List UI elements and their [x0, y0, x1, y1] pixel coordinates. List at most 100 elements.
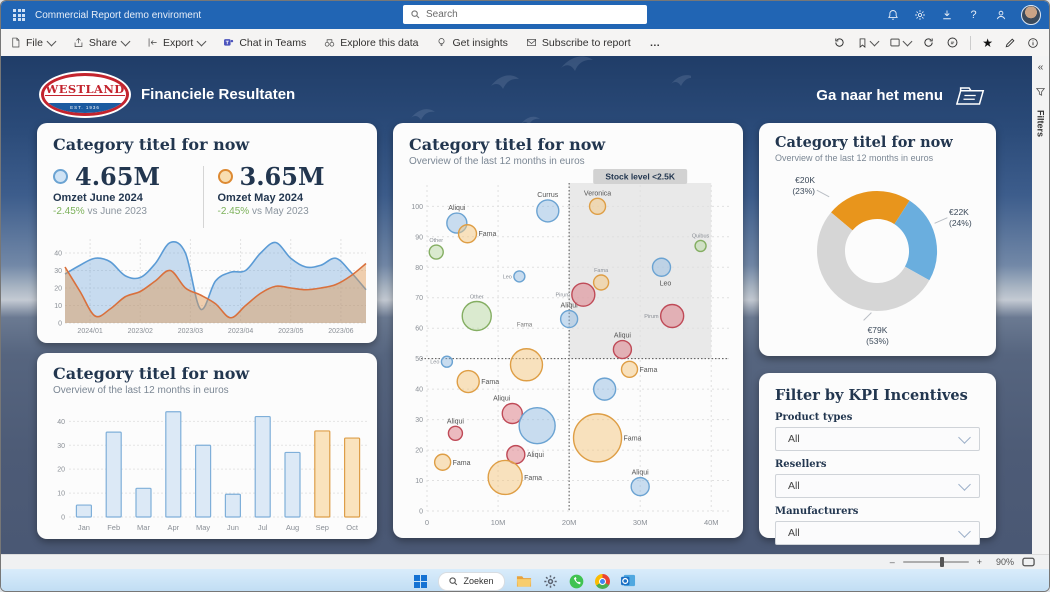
fit-to-page-icon[interactable]: [1022, 557, 1035, 567]
card-subtitle: Overview of the last 12 months in euros: [409, 156, 735, 167]
svg-text:20: 20: [54, 286, 62, 293]
info-icon[interactable]: [1027, 37, 1039, 49]
svg-text:Fama: Fama: [624, 435, 642, 442]
chrome-icon[interactable]: [595, 574, 610, 589]
folder-icon: [955, 84, 987, 107]
svg-text:90: 90: [415, 234, 423, 241]
product-types-dropdown[interactable]: All: [775, 427, 980, 451]
notifications-icon[interactable]: [886, 9, 899, 22]
svg-text:Aliqui: Aliqui: [614, 333, 632, 340]
comment-icon[interactable]: [946, 36, 959, 49]
zoom-out-button[interactable]: –: [890, 557, 895, 567]
zoom-in-button[interactable]: +: [977, 557, 982, 567]
report-title: Commercial Report demo enviroment: [35, 10, 201, 21]
card-subtitle: Overview of the last 12 months in euros: [53, 385, 367, 396]
svg-text:10: 10: [57, 491, 65, 498]
resellers-dropdown[interactable]: All: [775, 474, 980, 498]
download-icon[interactable]: [940, 9, 953, 22]
whatsapp-icon[interactable]: [569, 574, 584, 589]
file-explorer-icon[interactable]: [516, 574, 532, 588]
svg-text:Quibus: Quibus: [692, 233, 710, 239]
svg-text:40: 40: [54, 251, 62, 258]
bookmarks-dropdown[interactable]: [857, 37, 878, 49]
reset-icon[interactable]: [833, 36, 846, 49]
logo-text: WESTLAND: [45, 83, 124, 97]
svg-text:10: 10: [54, 303, 62, 310]
kpi-may: 3.65M Omzet May 2024 -2.45% vs May 2023: [218, 162, 368, 228]
svg-text:Fama: Fama: [640, 367, 658, 374]
svg-text:70: 70: [415, 295, 423, 302]
menu-subscribe[interactable]: Subscribe to report: [517, 29, 640, 56]
card-title: Filter by KPI Incentives: [775, 387, 980, 404]
svg-text:30M: 30M: [633, 518, 648, 527]
search-input[interactable]: Search: [403, 5, 647, 24]
donut-label: €22K(24%): [949, 207, 993, 228]
svg-text:2023/05: 2023/05: [278, 328, 303, 335]
favorite-star-icon[interactable]: ★: [982, 36, 993, 50]
menu-explore-data[interactable]: Explore this data: [315, 29, 427, 56]
menu-export[interactable]: Export: [138, 29, 214, 56]
svg-text:30: 30: [57, 443, 65, 450]
svg-text:Veronica: Veronica: [584, 190, 611, 197]
filters-pane-collapsed[interactable]: « Filters: [1032, 56, 1049, 554]
donut-label: €79K(53%): [759, 325, 996, 346]
svg-text:Stock level <2.5K: Stock level <2.5K: [605, 172, 676, 182]
area-chart[interactable]: 0102030402024/012023/022023/032023/04202…: [43, 233, 371, 337]
filter-icon: [1036, 87, 1045, 96]
svg-text:Aliqui: Aliqui: [527, 452, 545, 459]
svg-text:2024/01: 2024/01: [77, 328, 102, 335]
svg-text:Oct: Oct: [346, 523, 359, 532]
donut-chart-card[interactable]: Category titel for now Overview of the l…: [759, 123, 996, 356]
bar-chart-card[interactable]: Category titel for now Overview of the l…: [37, 353, 377, 539]
card-title: Category titel for now: [53, 364, 367, 383]
help-icon[interactable]: ?: [967, 9, 980, 22]
search-icon: [449, 577, 458, 586]
bar-chart[interactable]: 010203040JanFebMarAprMayJunJulAugSepOct: [45, 399, 371, 535]
user-icon[interactable]: [994, 9, 1007, 22]
menu-file[interactable]: File: [1, 29, 64, 56]
go-to-menu-button[interactable]: Ga naar het menu: [816, 84, 987, 107]
windows-start-button[interactable]: [414, 575, 427, 588]
svg-text:Apr: Apr: [167, 523, 179, 532]
search-placeholder: Search: [426, 9, 458, 20]
settings-gear-icon[interactable]: [913, 9, 926, 22]
zoom-slider[interactable]: [903, 561, 969, 563]
menu-share[interactable]: Share: [64, 29, 138, 56]
scatter-chart-card[interactable]: Category titel for now Overview of the l…: [393, 123, 743, 538]
export-icon: [147, 37, 158, 48]
svg-text:30: 30: [54, 268, 62, 275]
edit-pencil-icon[interactable]: [1004, 37, 1016, 49]
menu-chat-in-teams[interactable]: Chat in Teams: [214, 29, 315, 56]
svg-text:Leo: Leo: [503, 274, 512, 280]
menu-overflow[interactable]: …: [640, 29, 672, 56]
donut-chart[interactable]: [797, 171, 957, 331]
lightbulb-icon: [436, 37, 447, 48]
svg-text:Leo: Leo: [430, 360, 439, 366]
teams-icon: [223, 37, 234, 48]
outlook-icon[interactable]: [621, 574, 636, 588]
svg-text:Aliqui: Aliqui: [447, 418, 465, 425]
settings-app-icon[interactable]: [543, 574, 558, 589]
kpi-value: 3.65M: [240, 162, 325, 191]
svg-text:Other: Other: [429, 238, 443, 244]
svg-text:Mar: Mar: [137, 523, 150, 532]
svg-text:Aliqui: Aliqui: [632, 470, 650, 477]
field-label: Manufacturers: [775, 506, 980, 517]
menu-get-insights[interactable]: Get insights: [427, 29, 516, 56]
taskbar-search[interactable]: Zoeken: [438, 572, 504, 591]
manufacturers-dropdown[interactable]: All: [775, 521, 980, 545]
view-dropdown[interactable]: [889, 37, 911, 48]
zoom-slider-thumb[interactable]: [940, 557, 944, 567]
chevron-down-icon: [958, 478, 971, 491]
filters-rail-label: Filters: [1036, 110, 1046, 137]
card-title: Category titel for now: [53, 135, 367, 154]
collapse-icon[interactable]: «: [1038, 62, 1044, 73]
kpi-card[interactable]: Category titel for now 4.65M Omzet June …: [37, 123, 377, 343]
kpi-delta: -2.45% vs June 2023: [53, 206, 203, 217]
svg-text:60: 60: [415, 326, 423, 333]
account-avatar[interactable]: [1021, 5, 1041, 25]
bubble-chart[interactable]: Stock level <2.5K01020304050607080901000…: [399, 169, 737, 531]
app-launcher-icon[interactable]: [13, 9, 25, 21]
refresh-icon[interactable]: [922, 36, 935, 49]
svg-text:Sep: Sep: [316, 523, 329, 532]
